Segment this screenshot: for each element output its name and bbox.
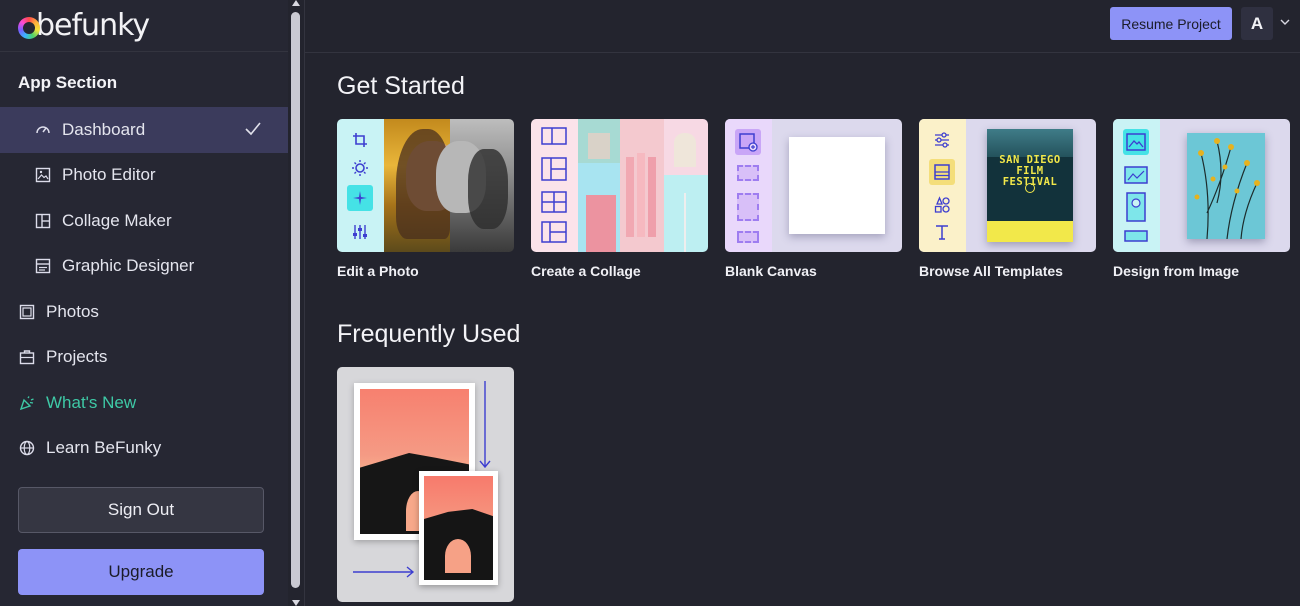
checkmark-icon [245,122,261,136]
photos-icon [19,304,35,320]
sidebar-item-projects[interactable]: Projects [0,335,288,381]
photo-bw-half [436,119,514,252]
placeholder-frame [737,165,759,181]
scroll-up-arrow-icon[interactable] [292,0,300,6]
upgrade-button[interactable]: Upgrade [18,549,264,595]
sidebar-item-label: Photos [46,301,99,321]
sidebar-item-label: Dashboard [62,119,146,139]
sidebar-nav: Dashboard Photo Editor Collage Maker Gra… [0,107,288,471]
collage-cell [664,119,708,175]
image-layout-icon [1124,230,1148,242]
section-title: App Section [18,73,118,92]
card-label-design-from-image[interactable]: Design from Image [1113,263,1239,279]
sliders-icon [929,127,955,153]
flower-stems-graphic [1194,138,1260,239]
image-icon [1123,129,1149,155]
sidebar-item-label: Graphic Designer [62,256,195,276]
card-canvas-panel [725,119,772,252]
crop-icon [347,127,373,153]
logo-text: befunky [36,8,150,43]
collage-cell [578,119,620,163]
collage-maker-icon [35,213,51,229]
arrow-right-icon [353,566,415,578]
chevron-down-icon[interactable] [1279,16,1291,28]
card-blank-canvas[interactable] [725,119,902,252]
collage-cell [664,175,708,252]
image-layout-icon [1124,166,1148,184]
add-frame-icon [735,129,761,155]
logo-area: befunky [0,0,288,52]
card-layout-panel [531,119,578,252]
card-label-browse-templates[interactable]: Browse All Templates [919,263,1063,279]
graphic-designer-icon [35,258,51,274]
get-started-title: Get Started [337,72,465,100]
sidebar-item-dashboard[interactable]: Dashboard [0,107,288,153]
magic-sparkle-icon [347,185,373,211]
dashboard-icon [35,122,51,138]
adjust-sliders-icon [347,219,373,245]
blank-canvas-sheet [789,137,885,234]
arrow-down-icon [479,381,491,469]
card-create-collage[interactable] [531,119,708,252]
sidebar-scrollbar[interactable] [288,0,304,606]
shapes-icon [929,192,955,218]
sign-out-button[interactable]: Sign Out [18,487,264,533]
card-label-edit-photo[interactable]: Edit a Photo [337,263,419,279]
photo-frame-small [419,471,498,585]
card-image-panel [1113,119,1160,252]
brightness-icon [347,155,373,181]
sidebar-item-whats-new[interactable]: What's New [0,380,288,426]
card-template-panel [919,119,966,252]
header-divider [305,52,1300,53]
card-label-blank-canvas[interactable]: Blank Canvas [725,263,817,279]
scroll-thumb[interactable] [291,12,300,588]
layout-grid-icon [541,191,567,213]
logo-ring-icon [18,16,40,39]
party-popper-icon [19,395,35,411]
hair-bw-shape [468,149,508,229]
sidebar-item-label: Collage Maker [62,210,172,230]
collage-cell [620,119,664,252]
photo-editor-icon [35,167,51,183]
frequently-used-title: Frequently Used [337,320,521,348]
sidebar: befunky App Section Dashboard Photo Edit… [0,0,288,606]
card-edit-photo[interactable] [337,119,514,252]
sidebar-item-label: Photo Editor [62,165,156,185]
sidebar-item-photos[interactable]: Photos [0,289,288,335]
text-icon [929,219,955,245]
flower-image [1187,133,1265,239]
image-layout-icon [1126,192,1146,222]
vertical-divider [304,0,305,606]
projects-icon [19,349,35,365]
sidebar-item-label: Learn BeFunky [46,438,162,458]
sidebar-item-photo-editor[interactable]: Photo Editor [0,153,288,199]
layout-grid-icon [541,221,567,243]
card-label-create-collage[interactable]: Create a Collage [531,263,641,279]
placeholder-frame [737,231,759,243]
sidebar-item-label: What's New [46,392,137,412]
befunky-logo[interactable]: befunky [18,8,150,43]
avatar[interactable]: A [1241,7,1273,40]
sidebar-item-graphic-designer[interactable]: Graphic Designer [0,244,288,290]
scroll-down-arrow-icon[interactable] [292,600,300,606]
globe-icon [19,440,35,456]
placeholder-frame [737,193,759,221]
layout-icon [929,159,955,185]
sidebar-item-label: Projects [46,347,108,367]
layout-grid-icon [541,127,567,145]
card-tool-panel [337,119,384,252]
collage-cell [578,163,620,252]
sidebar-item-learn-befunky[interactable]: Learn BeFunky [0,426,288,472]
card-frequent-collage[interactable] [337,367,514,602]
resume-project-button[interactable]: Resume Project [1110,7,1232,40]
layout-grid-icon [541,157,567,181]
card-design-from-image[interactable] [1113,119,1290,252]
film-festival-poster: SAN DIEGO FILM FESTIVAL [987,129,1073,242]
card-browse-templates[interactable]: SAN DIEGO FILM FESTIVAL [919,119,1096,252]
sidebar-item-collage-maker[interactable]: Collage Maker [0,198,288,244]
